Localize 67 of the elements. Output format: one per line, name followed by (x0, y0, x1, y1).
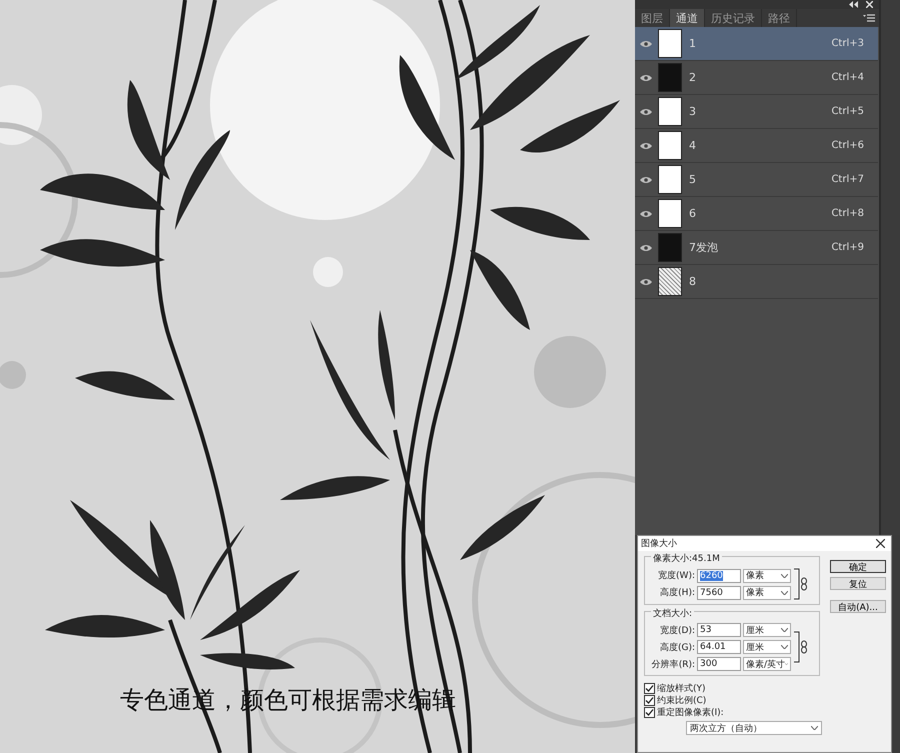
dialog-button[interactable]: 确定 (830, 560, 886, 573)
input-field[interactable]: 64.01 (697, 640, 741, 654)
field-label: 高度(H): (659, 586, 695, 599)
shortcut-text: Ctrl+6 (831, 140, 864, 151)
channel-row[interactable]: 7发泡 Ctrl+9 (635, 231, 878, 265)
eye-icon[interactable] (640, 74, 652, 82)
input-field[interactable]: 53 (697, 623, 741, 637)
dialog-title: 图像大小 (641, 538, 677, 550)
eye-icon[interactable] (640, 142, 652, 150)
channel-row[interactable]: 3 Ctrl+5 (635, 95, 878, 129)
unit-dropdown[interactable]: 厘米 (743, 623, 791, 637)
shortcut-text: Ctrl+3 (831, 38, 864, 49)
unit-dropdown[interactable]: 像素 (743, 586, 791, 600)
field-label: 宽度(W): (657, 570, 695, 582)
link-icon (794, 631, 808, 663)
channel-name: 1 (689, 37, 697, 50)
caret-icon (781, 574, 788, 578)
unit-dropdown[interactable]: 像素/英寸 (743, 657, 791, 671)
input-field[interactable]: 6260 (697, 568, 741, 582)
channel-name: 2 (689, 71, 697, 84)
channel-name: 3 (689, 105, 697, 118)
input-field[interactable]: 7560 (697, 586, 741, 600)
shortcut-text: Ctrl+8 (831, 208, 864, 219)
close-icon[interactable] (876, 539, 885, 548)
panel-tab[interactable]: 通道 (670, 9, 705, 27)
checkbox[interactable]: 缩放样式(Y) (644, 682, 820, 694)
channel-name: 6 (689, 207, 697, 220)
shortcut-text: Ctrl+7 (831, 174, 864, 185)
field-label: 分辨率(R): (651, 658, 695, 670)
resample-dropdown[interactable]: 两次立方（自动） (686, 721, 822, 735)
caret-icon (785, 662, 788, 666)
field-label: 宽度(D): (659, 624, 695, 636)
unit-dropdown[interactable]: 厘米 (743, 640, 791, 654)
panel-menu-icon[interactable] (863, 14, 875, 22)
channel-row[interactable]: 5 Ctrl+7 (635, 163, 878, 197)
eye-icon[interactable] (640, 244, 652, 252)
link-icon (794, 568, 808, 600)
channel-name: 8 (689, 275, 697, 288)
input-field[interactable]: 300 (697, 657, 741, 671)
shortcut-text: Ctrl+9 (831, 242, 864, 253)
shortcut-text: Ctrl+4 (831, 72, 864, 83)
caret-icon (781, 628, 788, 632)
dialog-button[interactable]: 复位 (830, 577, 886, 590)
field-label: 高度(G): (658, 642, 695, 654)
caret-icon (781, 590, 788, 594)
checkbox[interactable]: 约束比例(C) (644, 694, 820, 706)
eye-icon[interactable] (640, 176, 652, 184)
eye-icon[interactable] (640, 278, 652, 286)
group-title: 像素大小:45.1M (651, 552, 722, 565)
checkbox[interactable]: 重定图像像素(I): (644, 706, 820, 718)
channel-row[interactable]: 2 Ctrl+4 (635, 61, 878, 95)
channel-row[interactable]: 8 (635, 265, 878, 299)
caret-icon (811, 726, 818, 730)
dialog-button[interactable]: 自动(A)... (830, 600, 886, 613)
channel-name: 4 (689, 139, 697, 152)
eye-icon[interactable] (640, 40, 652, 48)
unit-dropdown[interactable]: 像素 (743, 568, 791, 582)
shortcut-text: Ctrl+5 (831, 106, 864, 117)
caret-icon (781, 645, 788, 649)
channel-name: 5 (689, 173, 697, 186)
group-title: 文档大小: (651, 607, 694, 620)
eye-icon[interactable] (640, 108, 652, 116)
channel-row[interactable]: 4 Ctrl+6 (635, 129, 878, 163)
channel-name: 7发泡 (689, 240, 719, 255)
channel-row[interactable]: 1 Ctrl+3 (635, 27, 878, 61)
channel-row[interactable]: 6 Ctrl+8 (635, 197, 878, 231)
eye-icon[interactable] (640, 210, 652, 218)
